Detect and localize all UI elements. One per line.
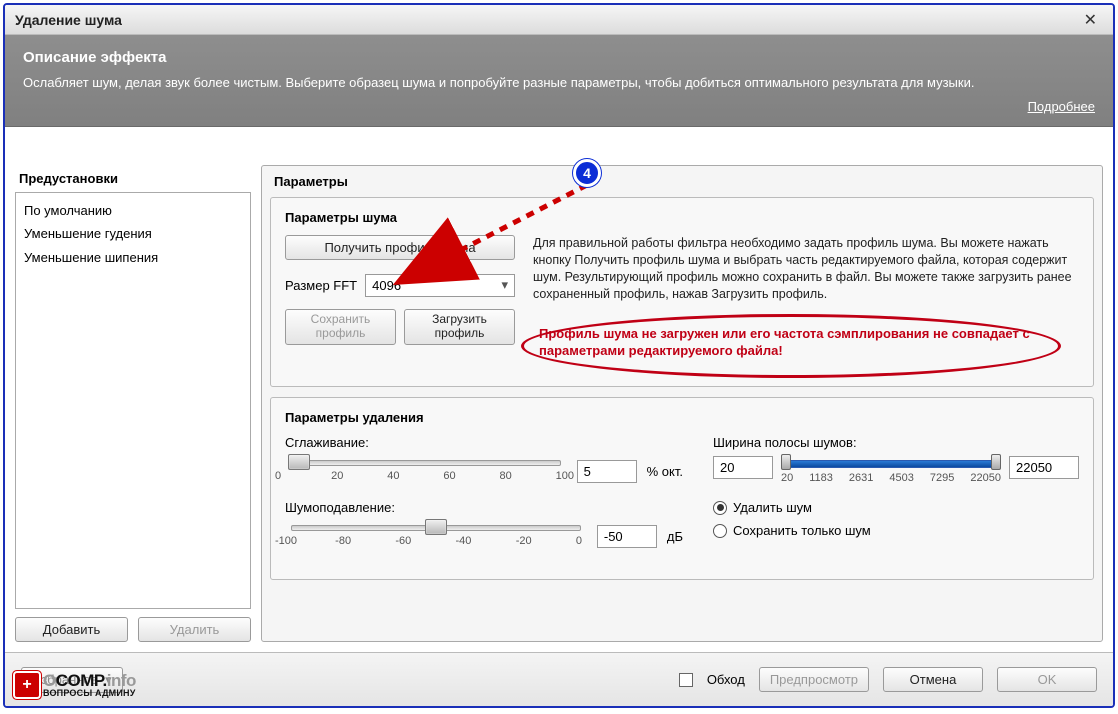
noise-width-label: Ширина полосы шумов: (713, 435, 1079, 450)
preset-item[interactable]: Уменьшение шипения (24, 246, 242, 269)
reduction-label: Шумоподавление: (285, 500, 683, 515)
fft-size-select[interactable]: 4096 (365, 274, 515, 297)
reduction-unit: дБ (667, 529, 683, 544)
smoothing-slider[interactable] (285, 456, 567, 486)
bypass-checkbox[interactable] (679, 673, 693, 687)
get-noise-profile-button[interactable]: Получить профиль шума (285, 235, 515, 260)
load-profile-button[interactable]: Загрузить профиль (404, 309, 515, 345)
noise-params-title: Параметры шума (285, 210, 1079, 225)
learn-more-link[interactable]: Подробнее (1028, 99, 1095, 114)
description-text: Ослабляет шум, делая звук более чистым. … (23, 74, 1095, 92)
fft-size-label: Размер FFT (285, 278, 357, 293)
watermark-icon: + (15, 673, 39, 697)
presets-panel: Предустановки По умолчанию Уменьшение гу… (15, 165, 251, 642)
removal-params-title: Параметры удаления (285, 410, 1079, 425)
description-title: Описание эффекта (23, 49, 1095, 66)
description-panel: Описание эффекта Ослабляет шум, делая зв… (5, 35, 1113, 127)
removal-params-group: Параметры удаления Сглаживание: (270, 397, 1094, 580)
bypass-label: Обход (707, 672, 745, 687)
save-profile-button[interactable]: Сохранить профиль (285, 309, 396, 345)
preset-item[interactable]: Уменьшение гудения (24, 222, 242, 245)
remove-preset-button[interactable]: Удалить (138, 617, 251, 642)
noise-params-group: Параметры шума Получить профиль шума Раз… (270, 197, 1094, 387)
annotation-badge: 4 (573, 159, 601, 187)
smoothing-unit: % окт. (647, 464, 683, 479)
window-title: Удаление шума (15, 12, 122, 28)
preview-button[interactable]: Предпросмотр (759, 667, 869, 692)
ok-button[interactable]: OK (997, 667, 1097, 692)
cancel-button[interactable]: Отмена (883, 667, 983, 692)
radio-icon (713, 501, 727, 515)
noise-width-slider[interactable]: 20 1183 2631 4503 7295 22050 (781, 456, 1001, 486)
fft-size-value: 4096 (372, 278, 401, 293)
presets-title: Предустановки (15, 165, 251, 192)
parameters-title: Параметры (274, 174, 1090, 189)
watermark: + OCOMP.info ВОПРОСЫ АДМИНУ (15, 672, 136, 698)
add-preset-button[interactable]: Добавить (15, 617, 128, 642)
smoothing-label: Сглаживание: (285, 435, 683, 450)
presets-list[interactable]: По умолчанию Уменьшение гудения Уменьшен… (15, 192, 251, 609)
dialog-footer: Избранное ▾ Обход Предпросмотр Отмена OK (5, 652, 1113, 706)
reduction-input[interactable] (597, 525, 657, 548)
remove-noise-radio[interactable]: Удалить шум (713, 500, 1079, 515)
noise-profile-warning: Профиль шума не загружен или его частота… (539, 326, 1039, 360)
close-icon[interactable]: ✕ (1078, 8, 1103, 32)
titlebar: Удаление шума ✕ (5, 5, 1113, 35)
reduction-slider[interactable] (285, 521, 587, 551)
noise-width-high-input[interactable] (1009, 456, 1079, 479)
preset-item[interactable]: По умолчанию (24, 199, 242, 222)
noise-width-low-input[interactable] (713, 456, 773, 479)
radio-icon (713, 524, 727, 538)
parameters-panel: Параметры Параметры шума Получить профил… (261, 165, 1103, 642)
smoothing-input[interactable] (577, 460, 637, 483)
keep-noise-radio[interactable]: Сохранить только шум (713, 523, 1079, 538)
